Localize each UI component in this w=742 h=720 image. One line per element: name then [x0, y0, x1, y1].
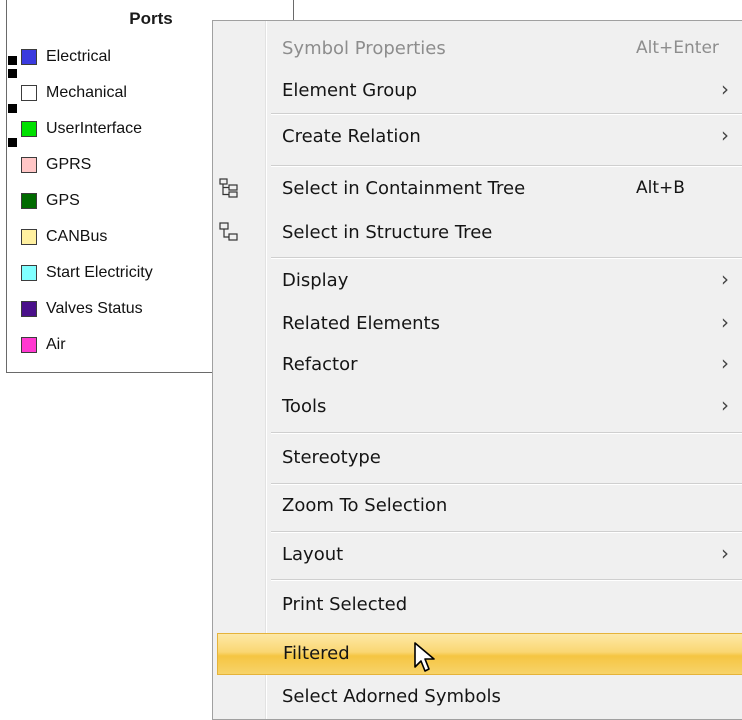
menu-item-display[interactable]: Display › — [213, 261, 742, 301]
menu-item-stereotype[interactable]: Stereotype — [213, 438, 742, 478]
menu-item-label: Layout — [282, 544, 344, 565]
port-item-userinterface[interactable]: UserInterface — [21, 119, 142, 139]
port-item-electrical[interactable]: Electrical — [21, 47, 111, 67]
menu-item-print-selected[interactable]: Print Selected — [213, 585, 742, 625]
port-marker[interactable] — [8, 56, 17, 65]
port-item-mechanical[interactable]: Mechanical — [21, 83, 127, 103]
port-item-valves-status[interactable]: Valves Status — [21, 299, 143, 319]
menu-item-label: Print Selected — [282, 594, 408, 615]
menu-item-label: Filtered — [283, 643, 350, 664]
menu-separator — [271, 165, 742, 167]
port-color-swatch — [21, 85, 37, 101]
menu-item-label: Select in Structure Tree — [282, 222, 493, 243]
port-item-air[interactable]: Air — [21, 335, 66, 355]
submenu-arrow-icon: › — [721, 541, 729, 565]
menu-item-label: Create Relation — [282, 126, 421, 147]
menu-item-select-in-containment-tree[interactable]: Select in Containment Tree Alt+B — [213, 169, 742, 209]
port-item-canbus[interactable]: CANBus — [21, 227, 107, 247]
port-label: UserInterface — [46, 120, 143, 137]
menu-item-label: Select in Containment Tree — [282, 178, 526, 199]
structure-tree-icon — [219, 222, 238, 241]
port-item-gps[interactable]: GPS — [21, 191, 80, 211]
menu-separator — [271, 579, 742, 581]
menu-separator — [271, 483, 742, 485]
port-color-swatch — [21, 157, 37, 173]
menu-item-label: Related Elements — [282, 313, 440, 334]
submenu-arrow-icon: › — [721, 123, 729, 147]
port-color-swatch — [21, 337, 37, 353]
port-label: Air — [46, 336, 66, 353]
menu-item-label: Zoom To Selection — [282, 495, 448, 516]
menu-item-select-in-structure-tree[interactable]: Select in Structure Tree — [213, 213, 742, 253]
port-label: CANBus — [46, 228, 108, 245]
menu-item-shortcut: Alt+B — [636, 178, 685, 198]
port-label: Mechanical — [46, 84, 127, 101]
port-color-swatch — [21, 49, 37, 65]
menu-item-label: Select Adorned Symbols — [282, 686, 501, 707]
menu-item-tools[interactable]: Tools › — [213, 387, 742, 427]
menu-item-shortcut: Alt+Enter — [636, 38, 719, 58]
port-label: Electrical — [46, 48, 111, 65]
menu-item-select-adorned-symbols[interactable]: Select Adorned Symbols — [213, 677, 742, 717]
menu-separator — [271, 531, 742, 533]
menu-item-layout[interactable]: Layout › — [213, 535, 742, 575]
menu-item-label: Refactor — [282, 354, 358, 375]
menu-item-refactor[interactable]: Refactor › — [213, 345, 742, 385]
submenu-arrow-icon: › — [721, 310, 729, 334]
menu-item-label: Display — [282, 270, 349, 291]
port-label: Valves Status — [46, 300, 143, 317]
menu-item-zoom-to-selection[interactable]: Zoom To Selection — [213, 486, 742, 526]
submenu-arrow-icon: › — [721, 267, 729, 291]
port-item-gprs[interactable]: GPRS — [21, 155, 91, 175]
menu-item-label: Stereotype — [282, 447, 381, 468]
menu-item-create-relation[interactable]: Create Relation › — [213, 117, 742, 157]
menu-item-filtered[interactable]: Filtered — [217, 633, 742, 675]
containment-tree-icon — [219, 178, 238, 198]
port-color-swatch — [21, 229, 37, 245]
submenu-arrow-icon: › — [721, 393, 729, 417]
menu-item-related-elements[interactable]: Related Elements › — [213, 304, 742, 344]
submenu-arrow-icon: › — [721, 351, 729, 375]
port-label: GPS — [46, 192, 80, 209]
menu-item-element-group[interactable]: Element Group › — [213, 71, 742, 111]
menu-item-label: Element Group — [282, 80, 418, 101]
submenu-arrow-icon: › — [721, 77, 729, 101]
port-color-swatch — [21, 301, 37, 317]
menu-item-label: Tools — [282, 396, 327, 417]
menu-separator — [271, 257, 742, 259]
context-menu: Symbol Properties Alt+Enter Element Grou… — [212, 20, 742, 720]
port-color-swatch — [21, 121, 37, 137]
port-color-swatch — [21, 265, 37, 281]
port-color-swatch — [21, 193, 37, 209]
menu-item-label: Symbol Properties — [282, 38, 446, 59]
port-marker[interactable] — [8, 69, 17, 78]
port-marker[interactable] — [8, 104, 17, 113]
menu-separator — [271, 432, 742, 434]
mouse-pointer-icon — [414, 642, 435, 672]
menu-separator — [271, 113, 742, 115]
port-item-start-electricity[interactable]: Start Electricity — [21, 263, 153, 283]
port-label: GPRS — [46, 156, 92, 173]
port-label: Start Electricity — [46, 264, 153, 281]
port-marker[interactable] — [8, 138, 17, 147]
menu-item-symbol-properties[interactable]: Symbol Properties Alt+Enter — [213, 29, 742, 69]
